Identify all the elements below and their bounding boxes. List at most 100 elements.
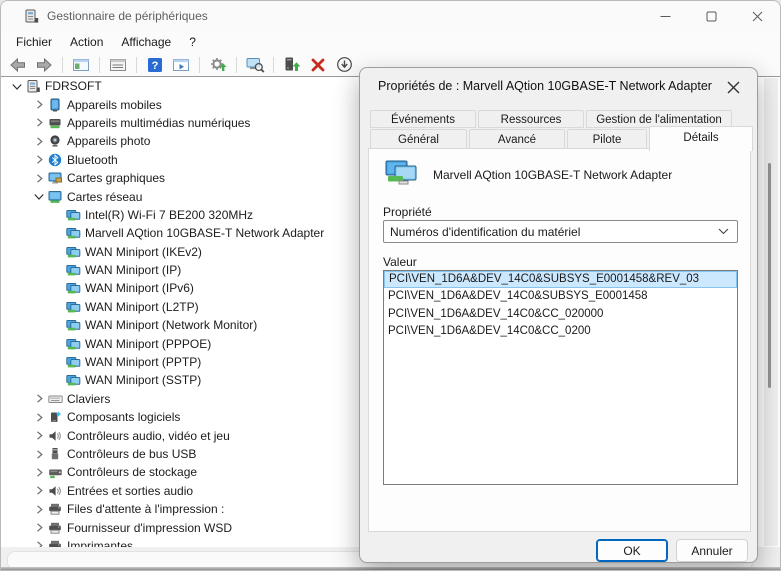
tree-item-label: Imprimantes: [67, 539, 133, 547]
menu-item-fichier[interactable]: Fichier: [7, 32, 61, 52]
maximize-button-icon[interactable]: [688, 1, 734, 31]
value-list-item[interactable]: PCI\VEN_1D6A&DEV_14C0&CC_0200: [384, 323, 737, 340]
chevron-collapsed-icon[interactable]: [31, 464, 47, 480]
network-adapter-icon: [65, 226, 81, 241]
title-bar: Gestionnaire de périphériques: [1, 1, 780, 31]
menu-item-help[interactable]: ?: [180, 32, 205, 52]
network-adapter-icon: [65, 318, 81, 333]
chevron-collapsed-icon[interactable]: [31, 170, 47, 186]
help-icon[interactable]: ?: [144, 55, 166, 75]
chevron-collapsed-icon[interactable]: [31, 501, 47, 517]
tree-item-label: Intel(R) Wi-Fi 7 BE200 320MHz: [85, 208, 253, 222]
tree-item-label: Contrôleurs audio, vidéo et jeu: [67, 429, 230, 443]
close-button-icon[interactable]: [734, 1, 780, 31]
tree-item-label: Marvell AQtion 10GBASE-T Network Adapter: [85, 226, 324, 240]
properties-icon[interactable]: [107, 55, 129, 75]
chevron-collapsed-icon[interactable]: [31, 97, 47, 113]
vertical-scrollbar-thumb[interactable]: [768, 163, 771, 388]
ok-button[interactable]: OK: [596, 539, 668, 562]
printer-icon: [47, 538, 63, 547]
mobile-device-icon: [47, 97, 63, 112]
network-adapter-device-icon: [385, 157, 421, 189]
computer-search-icon[interactable]: [244, 55, 266, 75]
usb-controller-icon: [47, 447, 63, 462]
tree-item-label: Cartes réseau: [67, 190, 142, 204]
tree-item-label: FDRSOFT: [45, 79, 102, 93]
tree-item-label: WAN Miniport (SSTP): [85, 373, 201, 387]
details-tab-panel: Marvell AQtion 10GBASE-T Network Adapter…: [368, 148, 751, 532]
camera-icon: [47, 134, 63, 149]
uninstall-device-icon[interactable]: [307, 55, 329, 75]
chevron-collapsed-icon[interactable]: [31, 115, 47, 131]
tree-item-label: Appareils multimédias numériques: [67, 116, 250, 130]
printer-icon: [47, 502, 63, 517]
display-adapter-icon: [47, 171, 63, 186]
export-list-icon[interactable]: [170, 55, 192, 75]
network-adapter-icon: [65, 373, 81, 388]
back-icon[interactable]: [7, 55, 29, 75]
chevron-collapsed-icon[interactable]: [31, 538, 47, 547]
value-list-item[interactable]: PCI\VEN_1D6A&DEV_14C0&CC_020000: [384, 306, 737, 323]
chevron-collapsed-icon[interactable]: [31, 483, 47, 499]
minimize-button-icon[interactable]: [642, 1, 688, 31]
network-adapter-icon: [65, 244, 81, 259]
network-adapter-icon: [65, 355, 81, 370]
value-list-item[interactable]: PCI\VEN_1D6A&DEV_14C0&SUBSYS_E0001458: [384, 288, 737, 305]
toolbar-separator: [273, 57, 274, 73]
network-category-icon: [47, 189, 63, 204]
network-adapter-icon: [65, 299, 81, 314]
property-label: Propriété: [383, 205, 432, 219]
chevron-collapsed-icon[interactable]: [31, 152, 47, 168]
vertical-scrollbar[interactable]: [764, 78, 778, 546]
tree-item-label: Bluetooth: [67, 153, 118, 167]
toolbar-separator: [62, 57, 63, 73]
window-bottom-edge: [1, 567, 780, 570]
scan-hardware-changes-icon[interactable]: [207, 55, 229, 75]
property-dropdown[interactable]: Numéros d'identification du matériel: [383, 220, 738, 243]
tab-ressources[interactable]: Ressources: [478, 110, 584, 128]
menu-item-action[interactable]: Action: [61, 32, 112, 52]
network-adapter-icon: [65, 336, 81, 351]
value-list-item[interactable]: PCI\VEN_1D6A&DEV_14C0&SUBSYS_E0001458&RE…: [384, 271, 737, 288]
tree-item-label: WAN Miniport (PPTP): [85, 355, 201, 369]
tree-item-label: WAN Miniport (PPPOE): [85, 337, 211, 351]
cancel-button[interactable]: Annuler: [676, 539, 748, 562]
device-manager-icon: [23, 8, 39, 24]
svg-text:?: ?: [152, 60, 159, 72]
chevron-collapsed-icon[interactable]: [31, 409, 47, 425]
tab-general[interactable]: Général: [370, 129, 467, 149]
property-dropdown-value: Numéros d'identification du matériel: [390, 225, 718, 239]
printer-icon: [47, 520, 63, 535]
update-driver-icon[interactable]: [281, 55, 303, 75]
chevron-collapsed-icon[interactable]: [31, 446, 47, 462]
chevron-collapsed-icon[interactable]: [31, 428, 47, 444]
value-listbox[interactable]: PCI\VEN_1D6A&DEV_14C0&SUBSYS_E0001458&RE…: [383, 270, 738, 485]
chevron-expanded-icon[interactable]: [9, 78, 25, 94]
chevron-collapsed-icon[interactable]: [31, 133, 47, 149]
tree-item-label: WAN Miniport (Network Monitor): [85, 318, 257, 332]
tree-item-label: WAN Miniport (L2TP): [85, 300, 199, 314]
show-console-tree-icon[interactable]: [70, 55, 92, 75]
audio-controller-icon: [47, 483, 63, 498]
chevron-down-icon: [718, 228, 729, 235]
chevron-collapsed-icon[interactable]: [31, 520, 47, 536]
tab-avance[interactable]: Avancé: [469, 129, 565, 149]
menu-bar: FichierActionAffichage?: [1, 31, 780, 53]
tree-item-label: Appareils photo: [67, 134, 150, 148]
dialog-close-icon[interactable]: [721, 75, 745, 99]
tree-item-label: WAN Miniport (IPv6): [85, 281, 194, 295]
tab-details[interactable]: Détails: [649, 126, 753, 151]
tree-item-label: Appareils mobiles: [67, 98, 162, 112]
tree-item-label: Claviers: [67, 392, 110, 406]
tab-evenements[interactable]: Événements: [370, 110, 476, 128]
chevron-collapsed-icon[interactable]: [31, 391, 47, 407]
disable-device-icon[interactable]: [333, 55, 355, 75]
tab-pilote[interactable]: Pilote: [567, 129, 647, 149]
tree-item-label: Cartes graphiques: [67, 171, 165, 185]
tree-item-label: Entrées et sorties audio: [67, 484, 193, 498]
chevron-expanded-icon[interactable]: [31, 189, 47, 205]
forward-icon[interactable]: [33, 55, 55, 75]
tree-item-label: WAN Miniport (IP): [85, 263, 181, 277]
menu-item-affichage[interactable]: Affichage: [112, 32, 180, 52]
dialog-title: Propriétés de : Marvell AQtion 10GBASE-T…: [378, 79, 712, 93]
